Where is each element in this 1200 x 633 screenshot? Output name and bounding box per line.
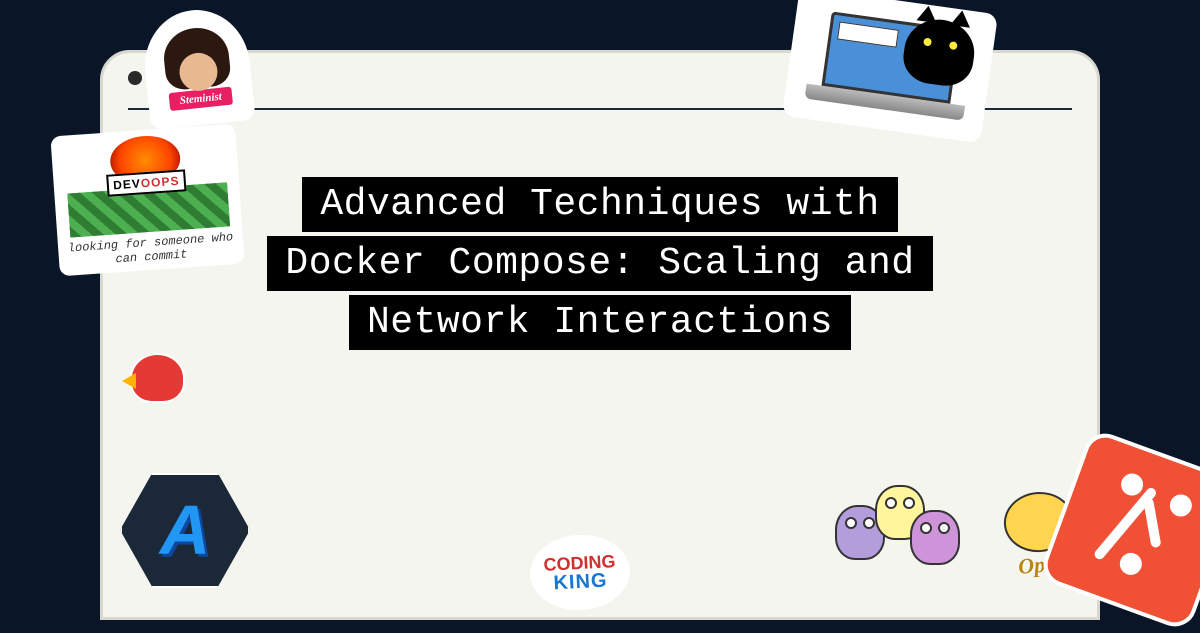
gopher-icon xyxy=(910,510,960,565)
devoops-oops: OOPS xyxy=(140,174,180,191)
bird-icon xyxy=(130,353,185,403)
title-line-2: Docker Compose: Scaling and xyxy=(267,236,932,291)
bird-beak xyxy=(122,373,136,389)
hexagon-shape: A xyxy=(120,473,250,588)
avatar-face xyxy=(177,51,219,93)
cat-icon xyxy=(900,15,978,89)
devoops-dev: DEV xyxy=(113,176,142,192)
title-line-3: Network Interactions xyxy=(349,295,851,350)
title-line-1: Advanced Techniques with xyxy=(302,177,897,232)
sticker-red-bird xyxy=(115,340,200,415)
king-text: KING xyxy=(553,570,608,593)
sticker-gophers xyxy=(835,485,975,600)
avatar-hair xyxy=(161,24,232,90)
error-dialog-icon xyxy=(837,22,899,48)
sticker-hexagon-a: A xyxy=(115,455,255,605)
letter-a-icon: A xyxy=(160,490,211,570)
webcam-dot xyxy=(128,71,142,85)
sticker-devoops: DEVOOPS looking for someone who can comm… xyxy=(50,124,244,277)
sticker-steminist: Steminist xyxy=(139,5,255,130)
